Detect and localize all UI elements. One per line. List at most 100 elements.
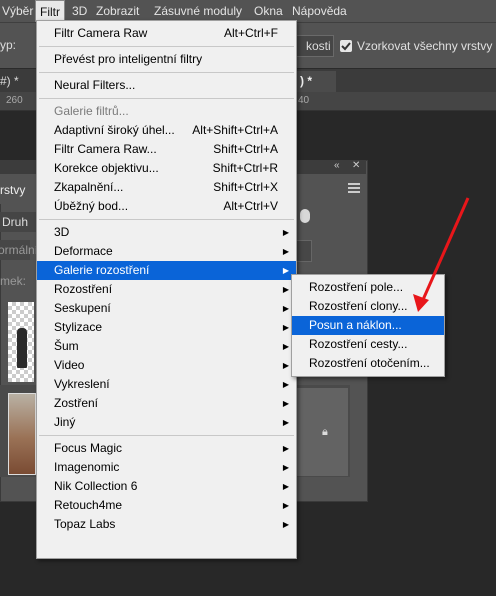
menu-item-retouch4me[interactable]: Retouch4me ▶ xyxy=(37,496,296,515)
layers-tab[interactable]: rstvy xyxy=(0,174,38,204)
menu-item-label: Vykreslení xyxy=(54,377,110,391)
menu-item-rozostreni[interactable]: Rozostření ▶ xyxy=(37,280,296,299)
layer-thumbnail-person[interactable] xyxy=(8,302,34,382)
menu-item-label: Video xyxy=(54,358,85,372)
doc-tab-right-label: ) * xyxy=(300,74,312,88)
submenu-arrow-icon: ▶ xyxy=(282,266,289,275)
menu-item-focus-magic[interactable]: Focus Magic ▶ xyxy=(37,439,296,458)
arrow-head xyxy=(413,294,429,312)
menu-item-imagenomic[interactable]: Imagenomic ▶ xyxy=(37,458,296,477)
menu-item-label: Převést pro inteligentní filtry xyxy=(54,52,203,66)
ruler-tick-label: 260 xyxy=(6,95,23,106)
filter-toggle[interactable] xyxy=(300,209,310,223)
menu-item-label: Neural Filters... xyxy=(54,78,136,92)
options-sample-label: kosti xyxy=(306,39,331,53)
menu-item-sum[interactable]: Šum ▶ xyxy=(37,337,296,356)
menu-item-seskupeni[interactable]: Seskupení ▶ xyxy=(37,299,296,318)
menu-item-label: Korekce objektivu... xyxy=(54,161,159,175)
menu-3d[interactable]: 3D xyxy=(68,0,91,22)
menu-item-filtr-camera-raw[interactable]: Filtr Camera Raw Alt+Ctrl+F xyxy=(37,24,296,43)
menu-item-label: Seskupení xyxy=(54,301,111,315)
menu-filter[interactable]: Filtr xyxy=(35,0,65,22)
menu-item-rozostreni-otocenim[interactable]: Rozostření otočením... xyxy=(292,354,444,373)
lock-label: mek: xyxy=(0,274,27,288)
menu-item-jiny[interactable]: Jiný ▶ xyxy=(37,413,296,432)
menu-item-shortcut: Shift+Ctrl+A xyxy=(213,142,278,156)
menu-separator xyxy=(39,435,294,436)
arrow-shaft xyxy=(420,197,470,303)
blend-mode-dropdown[interactable]: ormální xyxy=(0,240,38,260)
submenu-arrow-icon: ▶ xyxy=(282,361,289,370)
menu-view[interactable]: Zobrazit xyxy=(92,0,143,22)
menu-help[interactable]: Nápověda xyxy=(288,0,351,22)
menu-item-label: Nik Collection 6 xyxy=(54,479,138,493)
menu-item-label: Adaptivní široký úhel... xyxy=(54,123,175,137)
checkmark-icon xyxy=(341,42,351,51)
doc-tab-left[interactable]: #) * xyxy=(0,74,19,88)
options-type-label: yp: xyxy=(0,38,17,52)
opacity-field[interactable] xyxy=(296,240,312,262)
lock-icon: 🔒︎ xyxy=(322,426,328,438)
submenu-arrow-icon: ▶ xyxy=(282,399,289,408)
submenu-arrow-icon: ▶ xyxy=(282,380,289,389)
menu-item-label: Imagenomic xyxy=(54,460,120,474)
menu-item-label: Zostření xyxy=(54,396,99,410)
menu-select[interactable]: Výběr xyxy=(0,0,37,22)
menu-item-neural-filters[interactable]: Neural Filters... xyxy=(37,76,296,95)
menu-item-prevest-pro-inteligentni-filtry[interactable]: Převést pro inteligentní filtry xyxy=(37,50,296,69)
menu-window[interactable]: Okna xyxy=(250,0,287,22)
menu-item-deformace[interactable]: Deformace ▶ xyxy=(37,242,296,261)
menu-item-3d[interactable]: 3D ▶ xyxy=(37,223,296,242)
menu-item-label: Jiný xyxy=(54,415,76,429)
menu-item-stylizace[interactable]: Stylizace ▶ xyxy=(37,318,296,337)
layer-lock-area: 🔒︎ xyxy=(292,388,348,476)
menu-item-vykresleni[interactable]: Vykreslení ▶ xyxy=(37,375,296,394)
menu-item-zkapalneni[interactable]: Zkapalnění... Shift+Ctrl+X xyxy=(37,178,296,197)
panel-menu-icon[interactable] xyxy=(348,182,360,193)
menu-separator xyxy=(39,98,294,99)
menu-item-label: Stylizace xyxy=(54,320,103,334)
menu-item-korekce-objektivu[interactable]: Korekce objektivu... Shift+Ctrl+R xyxy=(37,159,296,178)
annotation-arrow xyxy=(413,197,470,312)
submenu-arrow-icon: ▶ xyxy=(282,304,289,313)
menu-item-label: Rozostření otočením... xyxy=(309,356,430,370)
menu-separator xyxy=(39,72,294,73)
layer-filter-kind[interactable]: Druh xyxy=(0,212,36,232)
menu-item-label: Deformace xyxy=(54,244,113,258)
menu-item-nik-collection-6[interactable]: Nik Collection 6 ▶ xyxy=(37,477,296,496)
menu-item-label: 3D xyxy=(54,225,70,239)
menu-bar: Výběr Filtr 3D Zobrazit Zásuvné moduly O… xyxy=(0,0,496,22)
submenu-arrow-icon: ▶ xyxy=(282,228,289,237)
filter-menu: Filtr Camera Raw Alt+Ctrl+F Převést pro in… xyxy=(36,20,297,559)
person-silhouette xyxy=(17,328,27,368)
menu-item-video[interactable]: Video ▶ xyxy=(37,356,296,375)
sample-all-layers-checkbox[interactable] xyxy=(340,40,352,52)
menu-item-label: Šum xyxy=(54,339,79,353)
menu-item-galerie-filtru: Galerie filtrů... xyxy=(37,102,296,121)
menu-item-label: Topaz Labs xyxy=(54,517,116,531)
menu-item-topaz-labs[interactable]: Topaz Labs ▶ xyxy=(37,515,296,534)
options-sample-dropdown[interactable]: kosti xyxy=(296,35,334,57)
menu-separator xyxy=(39,219,294,220)
menu-item-galerie-rozostreni[interactable]: Galerie rozostření ▶ xyxy=(37,261,296,280)
menu-item-adaptivni-siroky-uhel[interactable]: Adaptivní široký úhel... Alt+Shift+Ctrl+A xyxy=(37,121,296,140)
menu-item-rozostreni-cesty[interactable]: Rozostření cesty... xyxy=(292,335,444,354)
menu-item-shortcut: Alt+Shift+Ctrl+A xyxy=(192,123,278,137)
menu-item-label: Zkapalnění... xyxy=(54,180,124,194)
submenu-arrow-icon: ▶ xyxy=(282,285,289,294)
menu-item-ubezny-bod[interactable]: Úběžný bod... Alt+Ctrl+V xyxy=(37,197,296,216)
menu-item-shortcut: Alt+Ctrl+V xyxy=(223,199,278,213)
menu-item-label: Rozostření cesty... xyxy=(309,337,408,351)
submenu-arrow-icon: ▶ xyxy=(282,444,289,453)
menu-item-label: Focus Magic xyxy=(54,441,123,455)
menu-plugins[interactable]: Zásuvné moduly xyxy=(150,0,246,22)
submenu-arrow-icon: ▶ xyxy=(282,501,289,510)
collapse-icon[interactable]: « xyxy=(334,160,340,171)
layers-tab-label: rstvy xyxy=(0,183,26,197)
menu-item-filtr-camera-raw[interactable]: Filtr Camera Raw... Shift+Ctrl+A xyxy=(37,140,296,159)
ruler-tick-label: 40 xyxy=(298,95,310,106)
submenu-arrow-icon: ▶ xyxy=(282,323,289,332)
menu-item-shortcut: Alt+Ctrl+F xyxy=(223,26,278,40)
close-icon[interactable]: ✕ xyxy=(352,160,360,171)
menu-item-zostreni[interactable]: Zostření ▶ xyxy=(37,394,296,413)
